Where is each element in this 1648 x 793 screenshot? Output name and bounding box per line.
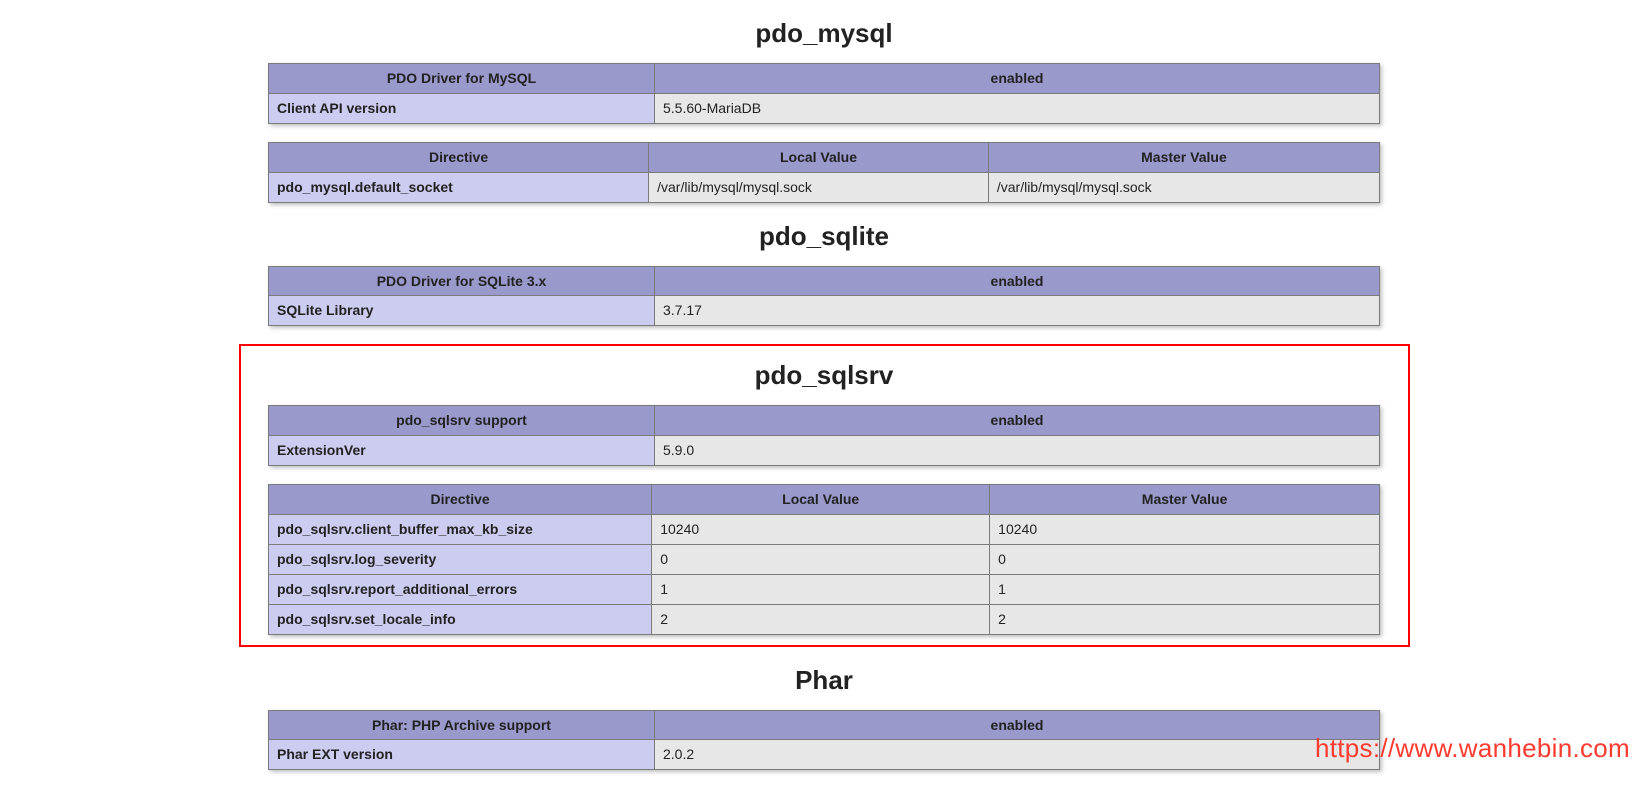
phar-status-table-wrap: Phar: PHP Archive support enabled Phar E… (268, 710, 1380, 771)
pdo-sqlite-status-table-wrap: PDO Driver for SQLite 3.x enabled SQLite… (268, 266, 1380, 327)
directive-master-value: 1 (990, 574, 1380, 604)
directive-master-value: 2 (990, 604, 1380, 634)
table-header-cell: enabled (655, 406, 1380, 436)
config-value: 2.0.2 (655, 740, 1380, 770)
table-header-cell: Directive (269, 142, 649, 172)
pdo-sqlite-status-table: PDO Driver for SQLite 3.x enabled SQLite… (268, 266, 1380, 327)
directive-name: pdo_sqlsrv.log_severity (269, 544, 652, 574)
directive-master-value: 10240 (990, 515, 1380, 545)
table-row: pdo_sqlsrv.log_severity 0 0 (269, 544, 1380, 574)
directive-master-value: /var/lib/mysql/mysql.sock (988, 172, 1379, 202)
directive-local-value: 2 (652, 604, 990, 634)
table-row: Phar EXT version 2.0.2 (269, 740, 1380, 770)
table-header-cell: pdo_sqlsrv support (269, 406, 655, 436)
section-heading-pdo-sqlite: pdo_sqlite (0, 221, 1648, 252)
pdo-mysql-directive-table-wrap: Directive Local Value Master Value pdo_m… (268, 142, 1380, 203)
section-heading-pdo-mysql: pdo_mysql (0, 18, 1648, 49)
directive-local-value: 0 (652, 544, 990, 574)
directive-name: pdo_sqlsrv.client_buffer_max_kb_size (269, 515, 652, 545)
config-value: 3.7.17 (655, 296, 1380, 326)
table-row: pdo_sqlsrv.set_locale_info 2 2 (269, 604, 1380, 634)
config-key: Phar EXT version (269, 740, 655, 770)
pdo-sqlsrv-status-table-wrap: pdo_sqlsrv support enabled ExtensionVer … (268, 405, 1380, 466)
config-key: Client API version (269, 93, 655, 123)
table-row: pdo_mysql.default_socket /var/lib/mysql/… (269, 172, 1380, 202)
config-value: 5.5.60-MariaDB (655, 93, 1380, 123)
directive-local-value: 1 (652, 574, 990, 604)
table-header-cell: Master Value (988, 142, 1379, 172)
table-header-cell: enabled (655, 266, 1380, 296)
pdo-sqlsrv-directive-table-wrap: Directive Local Value Master Value pdo_s… (268, 484, 1380, 634)
config-key: ExtensionVer (269, 436, 655, 466)
page-root: pdo_mysql PDO Driver for MySQL enabled C… (0, 18, 1648, 770)
directive-name: pdo_mysql.default_socket (269, 172, 649, 202)
table-header-cell: Directive (269, 485, 652, 515)
table-header-cell: enabled (655, 64, 1380, 94)
table-header-cell: enabled (655, 710, 1380, 740)
config-value: 5.9.0 (655, 436, 1380, 466)
highlight-box-pdo-sqlsrv: pdo_sqlsrv pdo_sqlsrv support enabled Ex… (239, 344, 1410, 646)
table-header-cell: PDO Driver for MySQL (269, 64, 655, 94)
pdo-sqlsrv-directive-table: Directive Local Value Master Value pdo_s… (268, 484, 1380, 634)
table-header-cell: Local Value (652, 485, 990, 515)
pdo-mysql-directive-table: Directive Local Value Master Value pdo_m… (268, 142, 1380, 203)
section-heading-phar: Phar (0, 665, 1648, 696)
pdo-mysql-status-table: PDO Driver for MySQL enabled Client API … (268, 63, 1380, 124)
directive-local-value: /var/lib/mysql/mysql.sock (649, 172, 989, 202)
config-key: SQLite Library (269, 296, 655, 326)
table-header-cell: Phar: PHP Archive support (269, 710, 655, 740)
directive-name: pdo_sqlsrv.set_locale_info (269, 604, 652, 634)
section-heading-pdo-sqlsrv: pdo_sqlsrv (241, 360, 1408, 391)
table-row: ExtensionVer 5.9.0 (269, 436, 1380, 466)
table-header-cell: PDO Driver for SQLite 3.x (269, 266, 655, 296)
table-row: SQLite Library 3.7.17 (269, 296, 1380, 326)
directive-master-value: 0 (990, 544, 1380, 574)
table-header-cell: Master Value (990, 485, 1380, 515)
table-row: pdo_sqlsrv.client_buffer_max_kb_size 102… (269, 515, 1380, 545)
table-row: Client API version 5.5.60-MariaDB (269, 93, 1380, 123)
phar-status-table: Phar: PHP Archive support enabled Phar E… (268, 710, 1380, 771)
table-header-cell: Local Value (649, 142, 989, 172)
directive-local-value: 10240 (652, 515, 990, 545)
table-row: pdo_sqlsrv.report_additional_errors 1 1 (269, 574, 1380, 604)
pdo-mysql-status-table-wrap: PDO Driver for MySQL enabled Client API … (268, 63, 1380, 124)
pdo-sqlsrv-status-table: pdo_sqlsrv support enabled ExtensionVer … (268, 405, 1380, 466)
directive-name: pdo_sqlsrv.report_additional_errors (269, 574, 652, 604)
